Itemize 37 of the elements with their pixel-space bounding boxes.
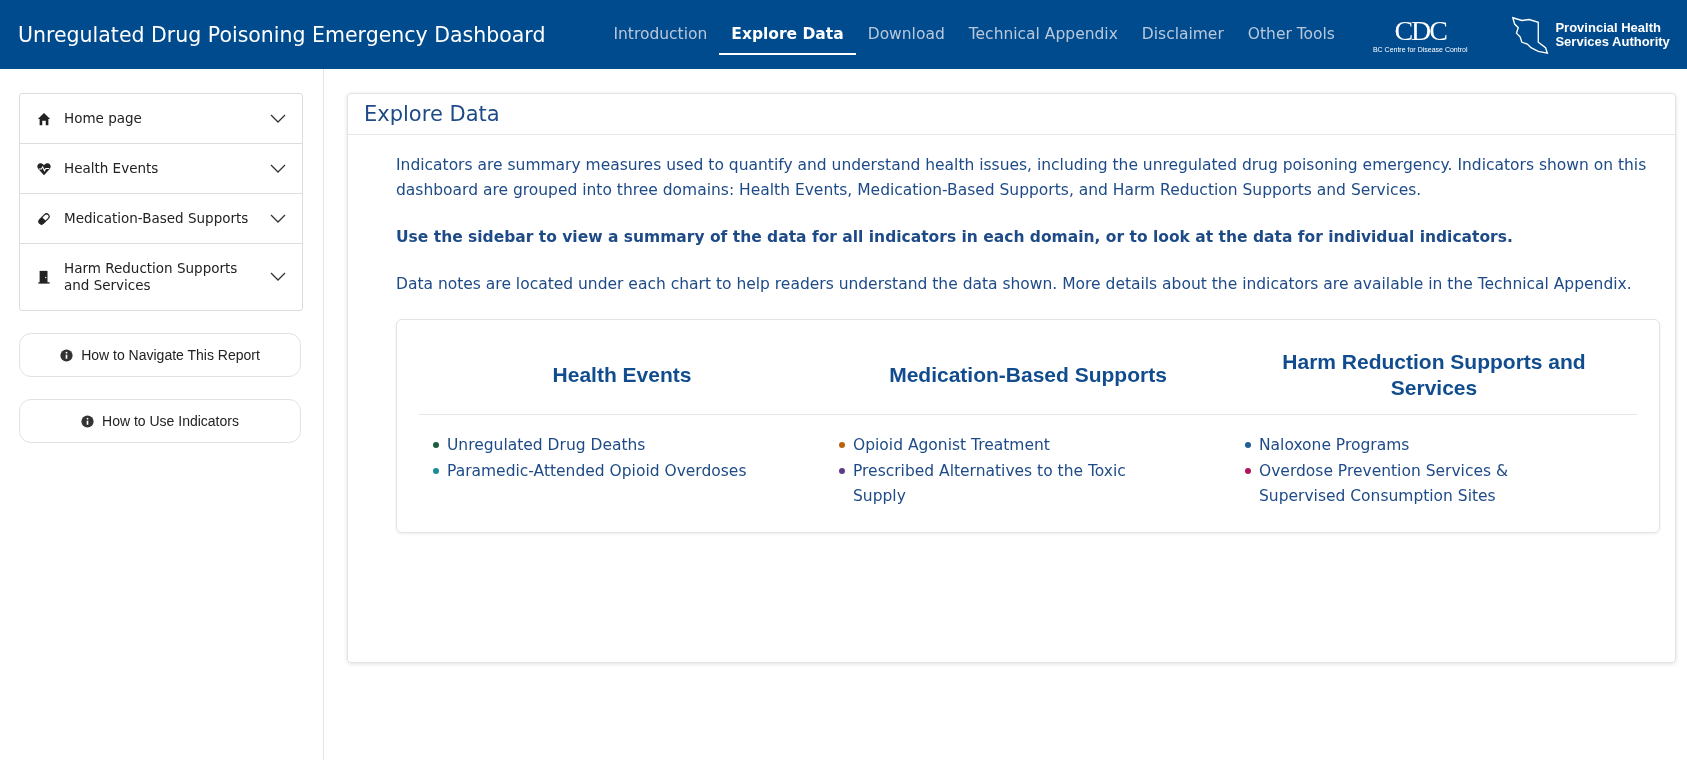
indicator-link[interactable]: Overdose Prevention Services & Supervised Consumption Sites	[1259, 459, 1565, 509]
chevron-icon	[270, 213, 286, 224]
indicator-link[interactable]: Opioid Agonist Treatment	[853, 433, 1050, 458]
nav-tab[interactable]: Disclaimer	[1129, 14, 1236, 55]
heartbeat-icon	[37, 161, 51, 176]
intro-paragraph: Use the sidebar to view a summary of the data for all indicators in each domain, or to look at the data for individual indicators.	[396, 227, 1514, 248]
chevron-icon	[270, 113, 286, 124]
nav-tab[interactable]: Download	[855, 14, 957, 55]
phsa-logo[interactable]: Provincial Health Services Authority	[1511, 14, 1670, 55]
info-icon	[81, 414, 94, 428]
sidebar-item[interactable]: Home page	[20, 94, 302, 143]
sidebar-item[interactable]: Medication-Based Supports	[20, 193, 302, 243]
door-icon	[37, 270, 51, 284]
panel-title: Explore Data	[348, 94, 1675, 135]
home-icon	[37, 111, 51, 126]
nav-tab[interactable]: Other Tools	[1235, 14, 1347, 55]
chevron-icon	[270, 272, 286, 282]
dashboard-title: Unregulated Drug Poisoning Emergency Dashboard	[18, 22, 546, 47]
chevron-icon	[270, 163, 286, 174]
indicator-link[interactable]: Paramedic-Attended Opioid Overdoses	[447, 459, 747, 484]
sidebar-item[interactable]: Health Events	[20, 143, 302, 193]
indicator-link[interactable]: Prescribed Alternatives to the Toxic Supply	[853, 459, 1159, 509]
pill-icon	[37, 211, 51, 226]
sidebar-item[interactable]: Harm Reduction Supports and Services	[20, 243, 302, 310]
domain-heading: Harm Reduction Supports and Services	[1231, 342, 1637, 415]
nav-tab[interactable]: Explore Data	[719, 14, 856, 55]
info-button[interactable]: How to Use Indicators	[19, 399, 301, 443]
info-icon	[60, 348, 74, 362]
info-button[interactable]: How to Navigate This Report	[19, 333, 301, 377]
domain-heading: Medication-Based Supports	[825, 342, 1231, 415]
intro-paragraph: Data notes are located under each chart to help readers understand the data shown. More details about the indicators are available in the Technical Appendix.	[396, 274, 1633, 295]
domain-heading: Health Events	[419, 342, 825, 415]
intro-paragraph: Indicators are summary measures used to quantify and understand health issues, including the unregulated drug poisoning emergency. Indicators shown on this dashboard are grouped into three domains: Health Events, Medication-Based Supports, and Harm Reduction Supports and Services.	[396, 155, 1648, 201]
indicator-link[interactable]: Unregulated Drug Deaths	[447, 433, 646, 458]
nav-tab[interactable]: Introduction	[601, 14, 720, 55]
indicator-link[interactable]: Naloxone Programs	[1259, 433, 1410, 458]
nav-tab[interactable]: Technical Appendix	[956, 14, 1130, 55]
